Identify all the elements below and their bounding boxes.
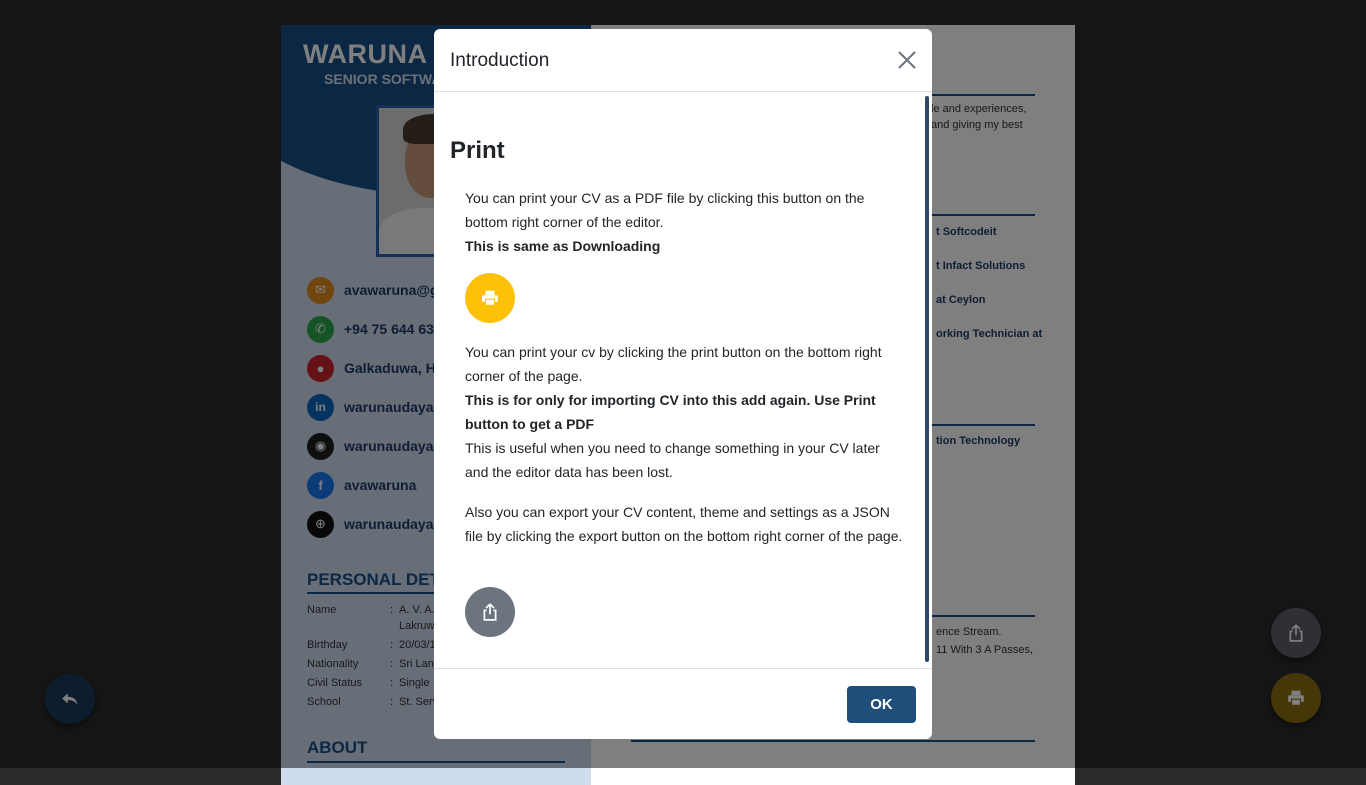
print-button-sample[interactable] — [465, 273, 515, 323]
export-button-sample[interactable] — [465, 587, 515, 637]
modal-title: Introduction — [450, 50, 550, 71]
modal-header: Introduction — [434, 29, 932, 92]
ok-button[interactable]: OK — [847, 686, 916, 723]
close-button[interactable] — [896, 49, 918, 71]
export-description: Also you can export your CV content, the… — [465, 504, 903, 544]
modal-footer: OK — [434, 668, 932, 739]
section-heading: Print — [450, 137, 505, 164]
close-icon — [898, 51, 916, 69]
import-description: You can print your cv by clicking the pr… — [465, 344, 882, 480]
printer-icon — [482, 290, 498, 306]
introduction-modal: Introduction Print You can print your CV… — [434, 29, 932, 739]
modal-body[interactable]: Print You can print your CV as a PDF fil… — [434, 92, 932, 667]
export-icon — [483, 603, 497, 621]
modal-scrollbar[interactable] — [925, 96, 929, 662]
print-description: You can print your CV as a PDF file by c… — [465, 190, 865, 254]
